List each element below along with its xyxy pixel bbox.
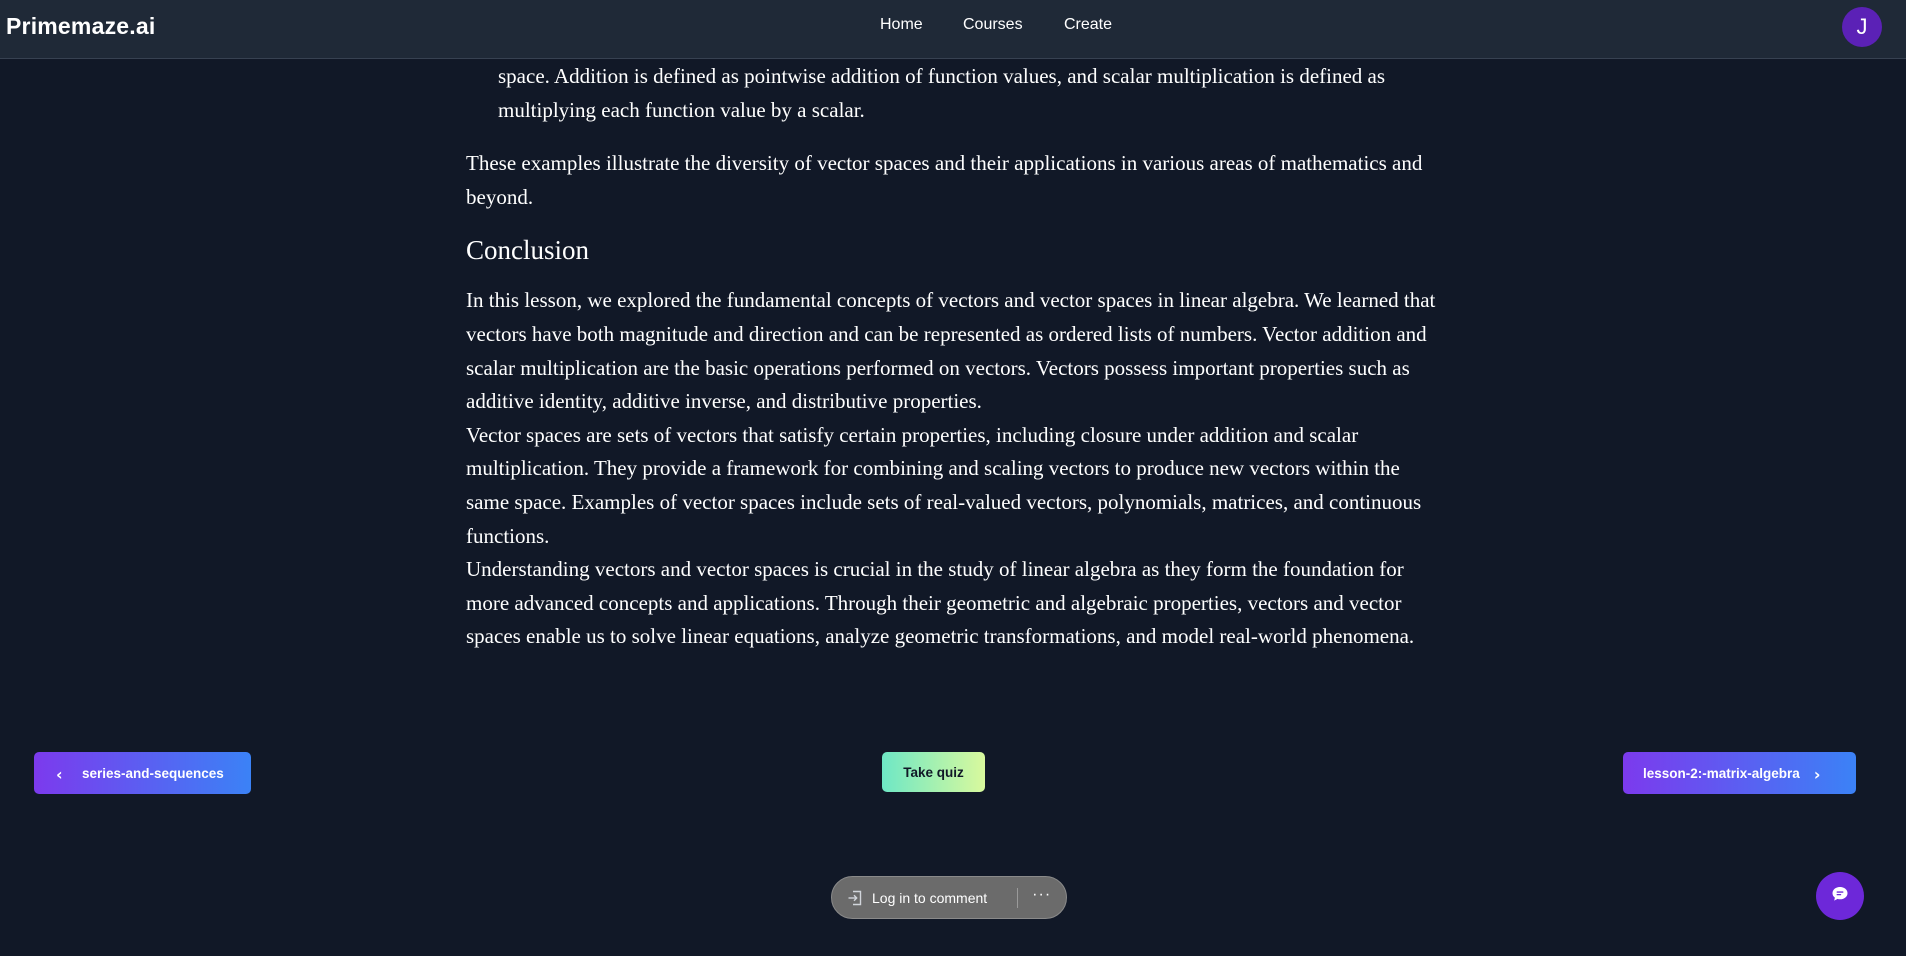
more-options-icon[interactable]: ··· (1032, 886, 1051, 903)
lesson-content: space. Addition is defined as pointwise … (466, 59, 1436, 654)
previous-lesson-button[interactable]: ‹ series-and-sequences (34, 752, 251, 794)
brand-logo[interactable]: Primemaze.ai (6, 13, 155, 40)
previous-lesson-label: series-and-sequences (82, 765, 224, 781)
login-arrow-icon (846, 889, 864, 907)
conclusion-heading: Conclusion (466, 235, 590, 266)
top-nav-bar: Primemaze.ai Home Courses Create J (0, 0, 1906, 59)
chevron-right-icon: › (1813, 765, 1821, 784)
list-item-continuation: space. Addition is defined as pointwise … (498, 64, 1386, 122)
next-lesson-button[interactable]: lesson-2:-matrix-algebra › (1623, 752, 1856, 794)
conclusion-paragraph: In this lesson, we explored the fundamen… (466, 288, 1436, 414)
pill-divider (1017, 887, 1019, 908)
examples-summary-paragraph: These examples illustrate the diversity … (466, 151, 1423, 209)
nav-link-create[interactable]: Create (1064, 16, 1124, 34)
user-avatar[interactable]: J (1842, 7, 1882, 47)
login-to-comment-button[interactable]: Log in to comment (846, 889, 987, 907)
conclusion-paragraph: Understanding vectors and vector spaces … (466, 557, 1415, 649)
chat-button[interactable] (1816, 872, 1864, 920)
conclusion-paragraph: Vector spaces are sets of vectors that s… (466, 422, 1422, 548)
take-quiz-button[interactable]: Take quiz (882, 752, 985, 792)
next-lesson-label: lesson-2:-matrix-algebra (1643, 765, 1800, 781)
nav-link-courses[interactable]: Courses (963, 16, 1043, 34)
chat-bubble-icon (1831, 885, 1849, 908)
chevron-left-icon: ‹ (56, 765, 63, 784)
comment-toolbar: Log in to comment ··· (831, 876, 1067, 919)
nav-link-home[interactable]: Home (880, 16, 940, 34)
login-to-comment-label: Log in to comment (872, 889, 988, 906)
